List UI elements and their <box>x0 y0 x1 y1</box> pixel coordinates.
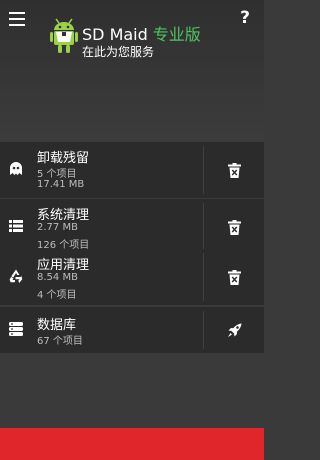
card-databases-body[interactable]: 数据库 67 个项目 <box>0 307 203 353</box>
app-header: SD Maid 专业版 在此为您服务 ? <box>0 0 264 140</box>
app-name: SD Maid <box>82 25 148 44</box>
sd-maid-logo-icon <box>50 18 78 53</box>
rocket-icon <box>227 323 241 337</box>
card-system-cleaner: 系统清理 2.77 MB 126 个项目 <box>0 199 264 255</box>
card-app-cleaner: 应用清理 8.54 MB 4 个项目 <box>0 249 264 305</box>
card-title: 应用清理 <box>37 258 90 273</box>
delete-icon <box>227 219 241 235</box>
delete-icon <box>227 269 241 285</box>
menu-icon-bar <box>9 24 25 26</box>
help-button[interactable]: ? <box>240 8 250 28</box>
delete-icon <box>227 162 241 178</box>
card-detail: 8.54 MB <box>37 272 78 283</box>
card-title: 系统清理 <box>37 208 90 223</box>
card-system-cleaner-body[interactable]: 系统清理 2.77 MB 126 个项目 <box>0 199 203 255</box>
ghost-icon <box>8 161 24 177</box>
pro-badge: 专业版 <box>152 25 201 44</box>
footer-bar <box>0 428 264 460</box>
card-detail: 67 个项目 <box>37 336 83 347</box>
menu-icon-bar <box>9 18 25 20</box>
menu-icon-bar <box>9 12 25 14</box>
card-corpse-finder-body[interactable]: 卸载残留 5 个项目 17.41 MB <box>0 142 203 198</box>
app-subtitle: 在此为您服务 <box>82 45 155 59</box>
corpse-finder-delete-button[interactable] <box>204 142 264 198</box>
database-icon <box>8 321 24 337</box>
card-detail: 2.77 MB <box>37 222 78 233</box>
card-title: 卸载残留 <box>37 151 90 166</box>
card-detail: 4 个项目 <box>37 290 77 301</box>
card-detail: 5 个项目 <box>37 169 77 180</box>
databases-optimize-button[interactable] <box>204 307 264 353</box>
card-detail: 17.41 MB <box>37 179 85 190</box>
list-icon <box>8 218 24 234</box>
card-databases: 数据库 67 个项目 <box>0 307 264 353</box>
app-title: SD Maid 专业版 <box>82 21 201 45</box>
menu-button[interactable] <box>9 12 25 26</box>
card-app-cleaner-body[interactable]: 应用清理 8.54 MB 4 个项目 <box>0 249 203 305</box>
card-corpse-finder: 卸载残留 5 个项目 17.41 MB <box>0 142 264 198</box>
recycle-icon <box>8 268 24 284</box>
app-cleaner-delete-button[interactable] <box>204 249 264 305</box>
system-cleaner-delete-button[interactable] <box>204 199 264 255</box>
card-title: 数据库 <box>37 318 77 333</box>
